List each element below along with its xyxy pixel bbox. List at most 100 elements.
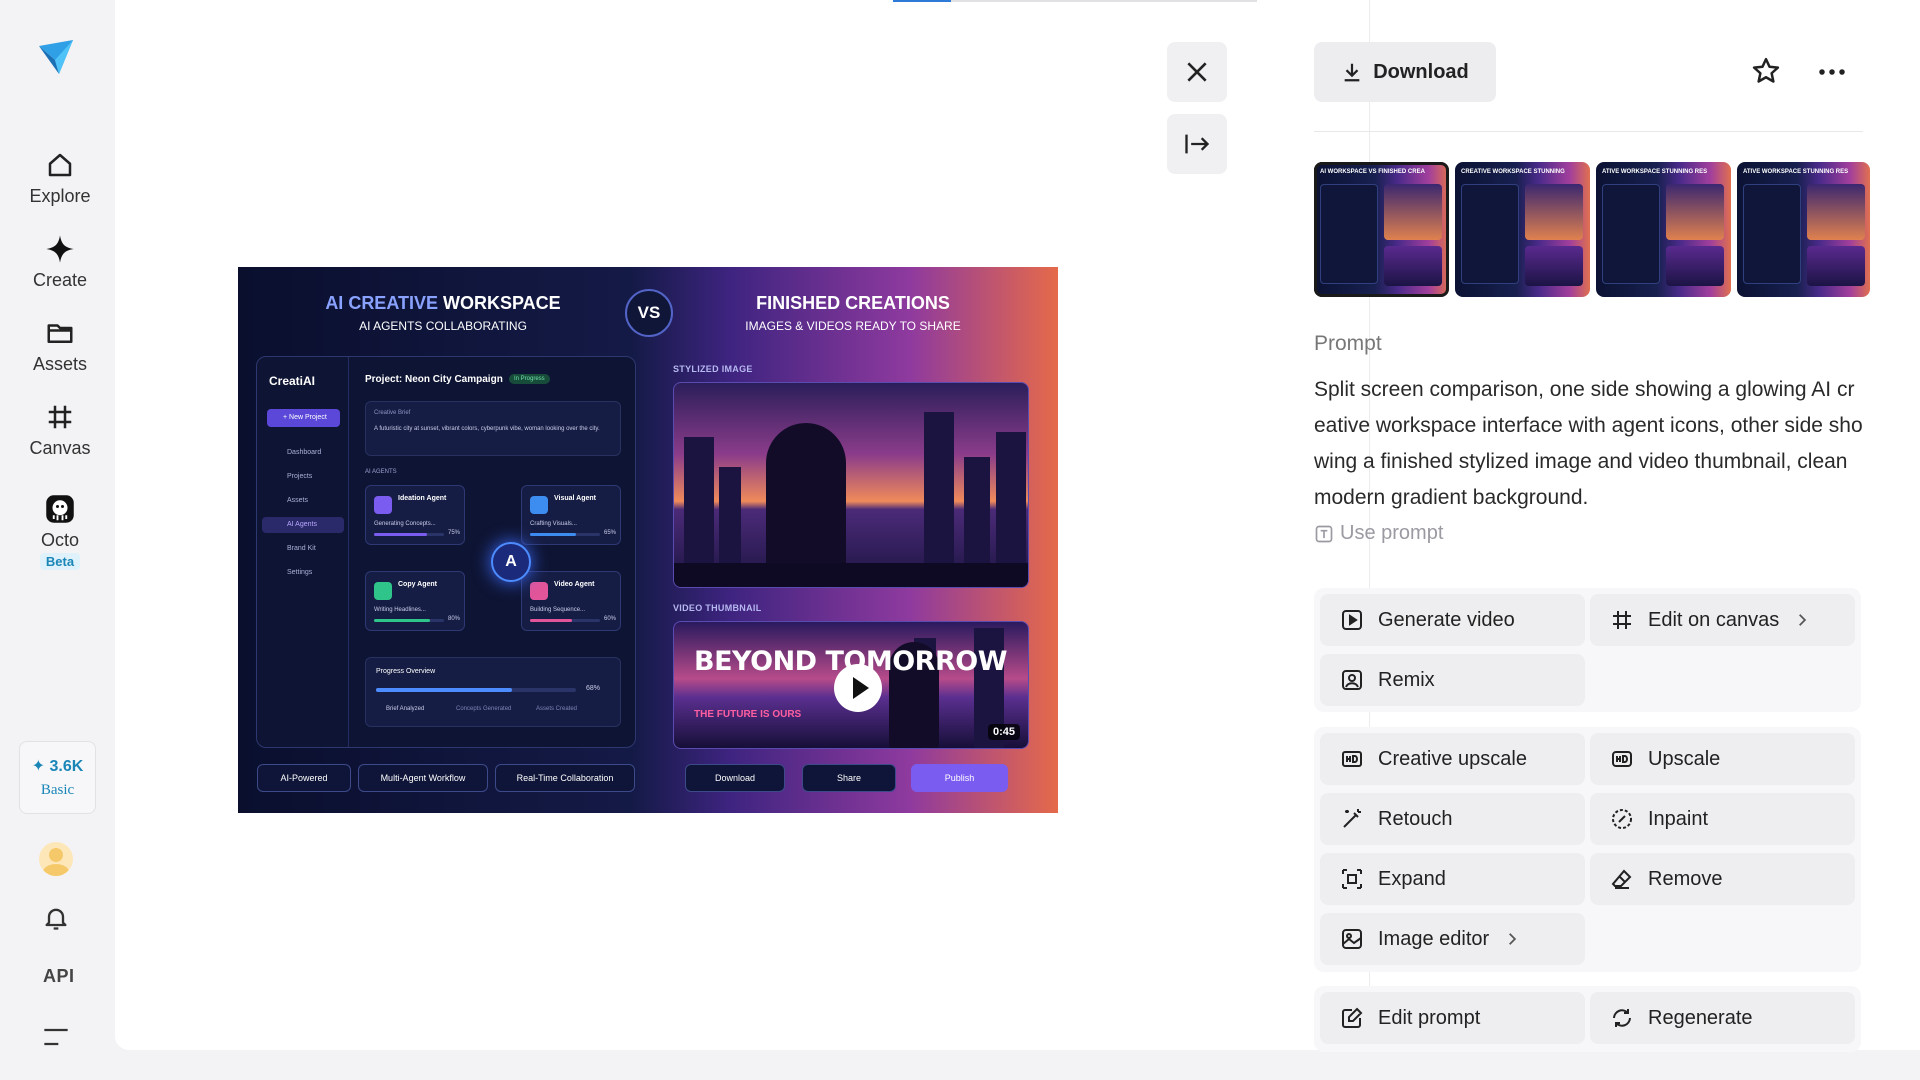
more-options-icon[interactable] [1817,60,1847,84]
stylized-image [673,382,1029,588]
menu-icon[interactable] [42,1026,70,1048]
mock-new-project: + New Project [267,409,340,427]
bell-icon[interactable] [42,904,70,932]
mock-agent-card: Video Agent Building Sequence... 60% [521,571,621,631]
variant-thumbnail[interactable]: CREATIVE WORKSPACE STUNNING [1455,162,1590,297]
header-divider [1314,131,1863,132]
video-duration: 0:45 [987,724,1020,740]
remove-button[interactable]: Remove [1590,853,1855,905]
image-pill: Real-Time Collaboration [495,764,635,792]
retouch-button[interactable]: Retouch [1320,793,1585,845]
edit-prompt-button[interactable]: Edit prompt [1320,992,1585,1044]
collapse-panel-button[interactable] [1167,114,1227,174]
nav-label: Canvas [29,438,91,458]
play-icon [834,664,882,712]
nav-item-assets[interactable]: Assets [0,318,120,375]
loading-progress [893,0,1257,2]
nav-label: Explore [29,186,91,206]
download-label: Download [1373,60,1469,83]
edit-icon [1342,1007,1363,1028]
mock-menu-item: Projects [287,473,313,480]
mock-agent-card: Ideation Agent Generating Concepts... 75… [365,485,465,545]
nav-item-explore[interactable]: Explore [0,150,120,207]
nav-label: Octo [40,530,79,550]
expand-button[interactable]: Expand [1320,853,1585,905]
video-thumbnail-label: VIDEO THUMBNAIL [673,603,762,613]
hd-sparkle-icon [1342,751,1362,767]
download-icon [1344,63,1360,82]
image-pill: AI-Powered [257,764,351,792]
mock-project-title: Project: Neon City Campaign [365,374,503,385]
mock-status-badge: In Progress [509,374,550,384]
image-editor-button[interactable]: Image editor [1320,913,1585,965]
action-group-prompt: Edit prompt Regenerate [1314,986,1861,1052]
image-right-subtitle: IMAGES & VIDEOS READY TO SHARE [745,319,961,333]
regenerate-button[interactable]: Regenerate [1590,992,1855,1044]
mock-agent-card: Copy Agent Writing Headlines... 80% [365,571,465,631]
expand-icon [1342,869,1362,889]
video-subtitle: THE FUTURE IS OURS [694,709,802,720]
image-pill: Multi-Agent Workflow [358,764,488,792]
image-edit-icon [1342,929,1362,949]
use-prompt-icon [1315,525,1333,542]
nav-item-canvas[interactable]: Canvas [0,402,120,459]
api-link[interactable]: API [43,966,75,987]
inpaint-button[interactable]: Inpaint [1590,793,1855,845]
hd-icon [1612,751,1632,767]
remix-button[interactable]: Remix [1320,654,1585,706]
variant-thumbnail[interactable]: ATIVE WORKSPACE STUNNING RES [1596,162,1731,297]
nav-label: Assets [32,354,88,374]
agent-hub: A [491,542,531,582]
upscale-button[interactable]: Upscale [1590,733,1855,785]
folder-icon [47,324,73,343]
octo-icon [46,495,74,523]
inpaint-icon [1612,809,1632,829]
stylized-image-label: STYLIZED IMAGE [673,364,753,374]
frame-icon [1613,611,1631,629]
download-button[interactable]: Download [1314,42,1496,102]
credit-amount: ✦ 3.6K [31,758,84,775]
star-icon[interactable] [1751,56,1781,86]
image-left-subtitle: AI AGENTS COLLABORATING [359,319,527,333]
mock-brief: Creative Brief A futuristic city at suns… [365,401,621,456]
workspace-mockup: CreatiAI + New Project Dashboard Project… [256,356,636,748]
mock-menu-item: Settings [287,569,313,576]
use-prompt-button[interactable]: Use prompt [1314,522,1443,545]
brand-logo[interactable] [37,38,77,78]
creative-upscale-button[interactable]: Creative upscale [1320,733,1585,785]
frame-icon [48,405,72,429]
variant-thumbnail[interactable]: AI WORKSPACE VS FINISHED CREA [1314,162,1449,297]
edit-on-canvas-button[interactable]: Edit on canvas [1590,594,1855,646]
mock-agent-card: Visual Agent Crafting Visuals... 65% [521,485,621,545]
refresh-icon [1613,1009,1631,1027]
generate-video-button[interactable]: Generate video [1320,594,1585,646]
image-action-download: Download [685,764,785,792]
plan-name: Basic [40,782,75,798]
chevron-right-icon [1509,933,1517,945]
magic-wand-icon [1343,809,1361,828]
nav-item-create[interactable]: Create [0,234,120,291]
remix-icon [1342,670,1362,690]
action-group-video: Generate video Edit on canvas Remix [1314,588,1861,712]
nav-label: Create [32,270,88,290]
mock-menu-item: Dashboard [287,449,322,456]
avatar[interactable] [39,842,73,876]
loading-progress-fill [893,0,952,2]
close-button[interactable] [1167,42,1227,102]
action-group-enhance: Creative upscale Upscale Retouch Inpaint… [1314,727,1861,972]
mock-app-name: CreatiAI [269,374,316,388]
generated-image[interactable]: AI CREATIVE WORKSPACE AI AGENTS COLLABOR… [238,267,1058,813]
image-right-title: FINISHED CREATIONS [756,293,950,313]
variant-thumbnail[interactable]: ATIVE WORKSPACE STUNNING RES [1737,162,1870,297]
home-icon [48,153,72,177]
eraser-icon [1611,869,1632,889]
beta-badge: Beta [39,553,81,570]
video-icon [1342,610,1362,630]
mock-progress-overview: Progress Overview 68% Brief Analyzed Con… [365,657,621,727]
image-action-share: Share [802,764,896,792]
close-icon [1187,62,1207,82]
mock-menu-item: Assets [287,497,309,504]
credits-widget[interactable]: ✦ 3.6K Basic [19,741,96,814]
nav-item-octo[interactable]: Octo Beta [0,494,120,570]
image-action-publish: Publish [911,764,1008,792]
